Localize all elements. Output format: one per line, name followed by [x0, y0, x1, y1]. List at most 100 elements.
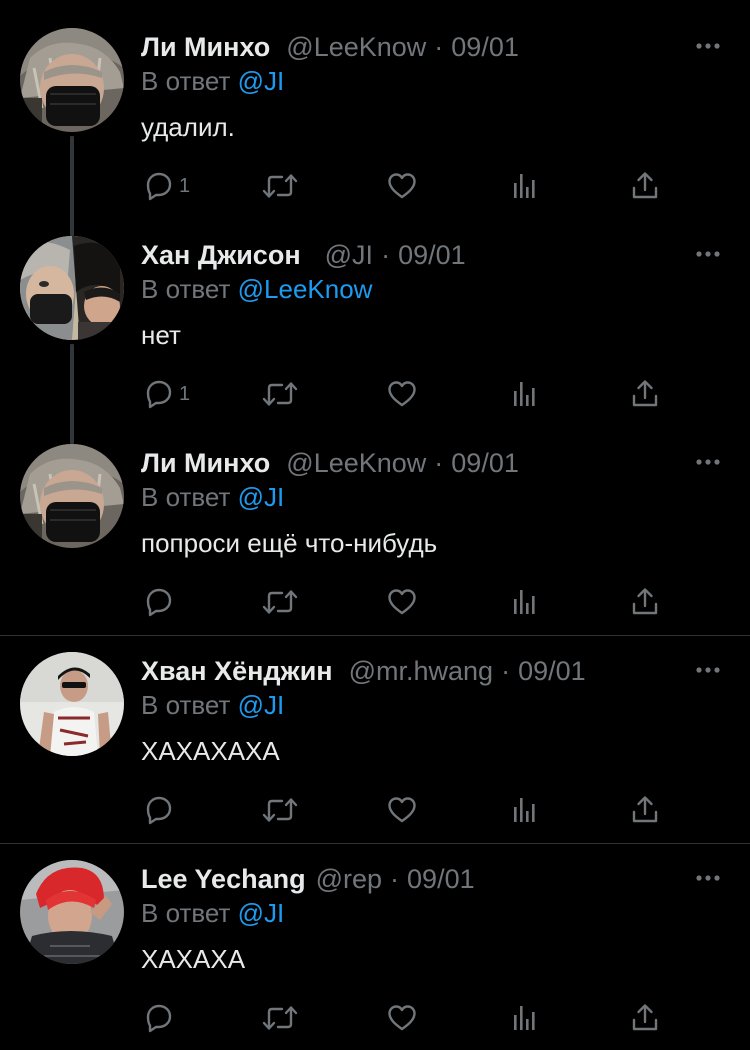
share-button[interactable] [630, 1000, 660, 1036]
views-button[interactable] [509, 792, 539, 828]
more-options-button[interactable] [693, 450, 723, 474]
author-name[interactable]: Ли Минхо [141, 32, 270, 63]
views-chart-icon [509, 169, 539, 203]
tweet-date[interactable]: 09/01 [407, 864, 475, 895]
share-button[interactable] [630, 792, 660, 828]
avatar[interactable] [20, 860, 124, 964]
separator-dot: · [501, 655, 511, 686]
share-button[interactable] [630, 168, 660, 204]
more-horizontal-icon [693, 242, 723, 266]
like-button[interactable] [385, 376, 419, 412]
tweet-actions [141, 792, 701, 828]
retweet-button[interactable] [260, 792, 300, 828]
share-icon [630, 585, 660, 619]
tweet-date[interactable]: 09/01 [451, 448, 519, 479]
tweet[interactable]: Lee Yechang @rep · 09/01 В ответ @JI ХАХ… [0, 832, 750, 1040]
reply-context: В ответ @LeeKnow [141, 274, 372, 305]
tweet-date[interactable]: 09/01 [398, 240, 466, 271]
like-button[interactable] [385, 792, 419, 828]
retweet-button[interactable] [260, 584, 300, 620]
author-handle[interactable]: @LeeKnow [286, 448, 426, 479]
tweet-actions [141, 584, 701, 620]
tweet-header: Lee Yechang @rep · 09/01 [141, 863, 475, 895]
share-icon [630, 1001, 660, 1035]
like-button[interactable] [385, 584, 419, 620]
views-chart-icon [509, 1001, 539, 1035]
reply-mention-link[interactable]: @LeeKnow [238, 274, 373, 304]
retweet-icon [260, 169, 300, 203]
tweet-text: попроси ещё что-нибудь [141, 528, 438, 558]
reply-prefix: В ответ [141, 690, 231, 720]
more-options-button[interactable] [693, 242, 723, 266]
tweet[interactable]: Ли Минхо @LeeKnow · 09/01 В ответ @JI по… [0, 416, 750, 636]
views-button[interactable] [509, 376, 539, 412]
share-icon [630, 169, 660, 203]
avatar[interactable] [20, 652, 124, 756]
views-button[interactable] [509, 584, 539, 620]
retweet-button[interactable] [260, 376, 300, 412]
reply-button[interactable] [141, 792, 179, 828]
reply-icon [141, 1001, 175, 1035]
reply-icon [141, 585, 175, 619]
author-handle[interactable]: @rep [316, 864, 382, 895]
share-icon [630, 377, 660, 411]
tweet-header: Хан Джисон @JI · 09/01 [141, 239, 466, 271]
author-name[interactable]: Хван Хёнджин [141, 656, 333, 687]
more-horizontal-icon [693, 450, 723, 474]
reply-count: 1 [179, 382, 191, 405]
more-options-button[interactable] [693, 866, 723, 890]
tweet-date[interactable]: 09/01 [518, 656, 586, 687]
reply-button[interactable]: 1 [141, 376, 190, 412]
reply-icon [141, 377, 175, 411]
reply-prefix: В ответ [141, 482, 231, 512]
reply-context: В ответ @JI [141, 482, 284, 513]
author-handle[interactable]: @LeeKnow [286, 32, 426, 63]
reply-icon [141, 169, 175, 203]
views-button[interactable] [509, 168, 539, 204]
separator-dot: · [434, 447, 444, 478]
heart-icon [385, 1001, 419, 1035]
tweet-actions: 1 [141, 376, 701, 412]
avatar[interactable] [20, 236, 124, 340]
reply-button[interactable]: 1 [141, 168, 190, 204]
tweet[interactable]: Хан Джисон @JI · 09/01 В ответ @LeeKnow … [0, 208, 750, 416]
separator-dot: · [381, 239, 391, 270]
author-handle[interactable]: @mr.hwang [349, 656, 493, 687]
reply-mention-link[interactable]: @JI [238, 482, 285, 512]
tweet-date[interactable]: 09/01 [451, 32, 519, 63]
like-button[interactable] [385, 1000, 419, 1036]
separator-dot: · [390, 863, 400, 894]
like-button[interactable] [385, 168, 419, 204]
views-chart-icon [509, 377, 539, 411]
more-options-button[interactable] [693, 34, 723, 58]
heart-icon [385, 169, 419, 203]
share-button[interactable] [630, 376, 660, 412]
reply-button[interactable] [141, 584, 179, 620]
reply-mention-link[interactable]: @JI [238, 898, 285, 928]
tweet[interactable]: Ли Минхо @LeeKnow · 09/01 В ответ @JI уд… [0, 0, 750, 208]
author-handle[interactable]: @JI [325, 240, 373, 271]
tweet[interactable]: Хван Хёнджин @mr.hwang · 09/01 В ответ @… [0, 624, 750, 844]
retweet-button[interactable] [260, 168, 300, 204]
author-name[interactable]: Ли Минхо [141, 448, 270, 479]
more-horizontal-icon [693, 34, 723, 58]
avatar[interactable] [20, 444, 124, 548]
more-horizontal-icon [693, 866, 723, 890]
reply-mention-link[interactable]: @JI [238, 66, 285, 96]
retweet-icon [260, 793, 300, 827]
retweet-button[interactable] [260, 1000, 300, 1036]
tweet-text: ХАХАХАХА [141, 736, 280, 766]
retweet-icon [260, 1001, 300, 1035]
retweet-icon [260, 377, 300, 411]
author-name[interactable]: Хан Джисон [141, 240, 301, 271]
heart-icon [385, 377, 419, 411]
author-name[interactable]: Lee Yechang [141, 864, 306, 895]
views-button[interactable] [509, 1000, 539, 1036]
avatar[interactable] [20, 28, 124, 132]
reply-mention-link[interactable]: @JI [238, 690, 285, 720]
tweet-text: нет [141, 320, 181, 350]
reply-prefix: В ответ [141, 66, 231, 96]
reply-button[interactable] [141, 1000, 179, 1036]
more-options-button[interactable] [693, 658, 723, 682]
share-button[interactable] [630, 584, 660, 620]
